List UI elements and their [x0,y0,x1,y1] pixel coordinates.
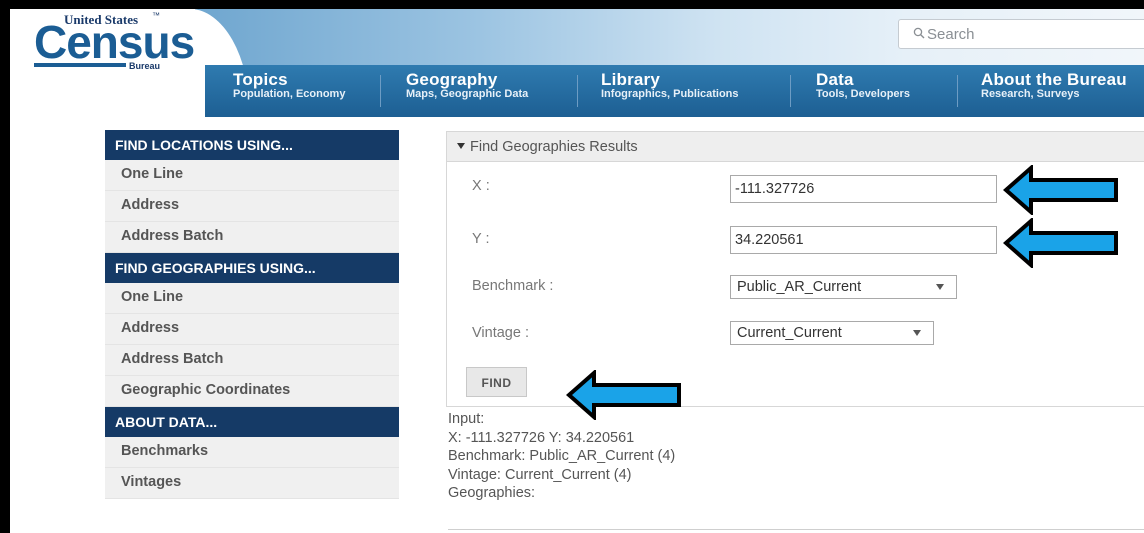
nav-subtitle: Infographics, Publications [601,88,739,100]
sidebar-item-locations-address-batch[interactable]: Address Batch [105,222,399,253]
nav-divider [957,75,958,107]
census-logo[interactable]: United States ™ Census Bureau [26,9,195,79]
sidebar-item-vintages[interactable]: Vintages [105,468,399,499]
find-button[interactable]: FIND [466,367,527,397]
sidebar-heading-find-locations: FIND LOCATIONS USING... [105,130,399,160]
output-divider [448,529,1144,530]
nav-title: Geography [406,70,498,89]
frame-left-border [0,0,10,533]
nav-title: Library [601,70,661,89]
nav-topics[interactable]: Topics Population, Economy [233,71,345,101]
panel-header[interactable]: Find Geographies Results [447,132,1144,162]
sidebar-item-benchmarks[interactable]: Benchmarks [105,437,399,468]
nav-library[interactable]: Library Infographics, Publications [601,71,739,101]
logo-bureau: Bureau [129,61,161,71]
collapse-triangle-icon [457,143,465,149]
nav-divider [577,75,578,107]
main-nav: Topics Population, Economy Geography Map… [205,65,1144,117]
chevron-down-icon [913,330,921,336]
sidebar-item-locations-address[interactable]: Address [105,191,399,222]
sidebar-item-locations-one-line[interactable]: One Line [105,160,399,191]
search-placeholder: Search [927,26,975,43]
nav-subtitle: Research, Surveys [981,88,1080,100]
vintage-select[interactable]: Current_Current [730,321,934,345]
sidebar-heading-about-data: ABOUT DATA... [105,407,399,437]
output-benchmark: Benchmark: Public_AR_Current (4) [448,448,676,464]
results-output: Input: X: -111.327726 Y: 34.220561 Bench… [448,410,675,503]
output-vintage: Vintage: Current_Current (4) [448,466,632,483]
x-coordinate-input[interactable]: -111.327726 [730,175,997,203]
nav-geography[interactable]: Geography Maps, Geographic Data [406,71,528,101]
frame-top-border [0,0,1144,9]
y-label: Y : [472,231,490,247]
panel-title: Find Geographies Results [470,139,638,155]
annotation-arrow-icon [1003,218,1118,268]
logo-bar [34,63,126,67]
nav-about[interactable]: About the Bureau Research, Surveys [981,71,1127,101]
site-header: United States ™ Census Bureau Search Top… [10,9,1144,117]
annotation-arrow-icon [566,370,681,420]
nav-title: About the Bureau [981,70,1127,89]
benchmark-select[interactable]: Public_AR_Current [730,275,957,299]
nav-subtitle: Maps, Geographic Data [406,88,529,100]
nav-title: Topics [233,70,288,89]
sidebar-item-geographies-address-batch[interactable]: Address Batch [105,345,399,376]
search-icon [913,27,925,39]
sidebar-item-geographies-one-line[interactable]: One Line [105,283,399,314]
y-coordinate-input[interactable]: 34.220561 [730,226,997,254]
logo-census: Census [34,16,195,68]
output-coordinates: X: -111.327726 Y: 34.220561 [448,429,635,446]
vintage-label: Vintage : [472,325,529,341]
nav-subtitle: Population, Economy [233,88,346,100]
search-input[interactable]: Search [898,19,1144,49]
nav-subtitle: Tools, Developers [816,88,910,100]
chevron-down-icon [936,284,944,290]
output-geographies-label: Geographies: [448,485,536,501]
nav-data[interactable]: Data Tools, Developers [816,71,910,101]
vintage-selected-value: Current_Current [737,325,842,341]
x-label: X : [472,178,490,194]
nav-divider [380,75,381,107]
nav-title: Data [816,70,854,89]
sidebar-heading-find-geographies: FIND GEOGRAPHIES USING... [105,253,399,283]
benchmark-selected-value: Public_AR_Current [737,279,862,295]
sidebar-item-geographies-address[interactable]: Address [105,314,399,345]
sidebar-item-geographic-coordinates[interactable]: Geographic Coordinates [105,376,399,407]
annotation-arrow-icon [1003,165,1118,215]
nav-divider [790,75,791,107]
benchmark-label: Benchmark : [472,278,554,294]
sidebar: FIND LOCATIONS USING... One Line Address… [105,130,399,499]
